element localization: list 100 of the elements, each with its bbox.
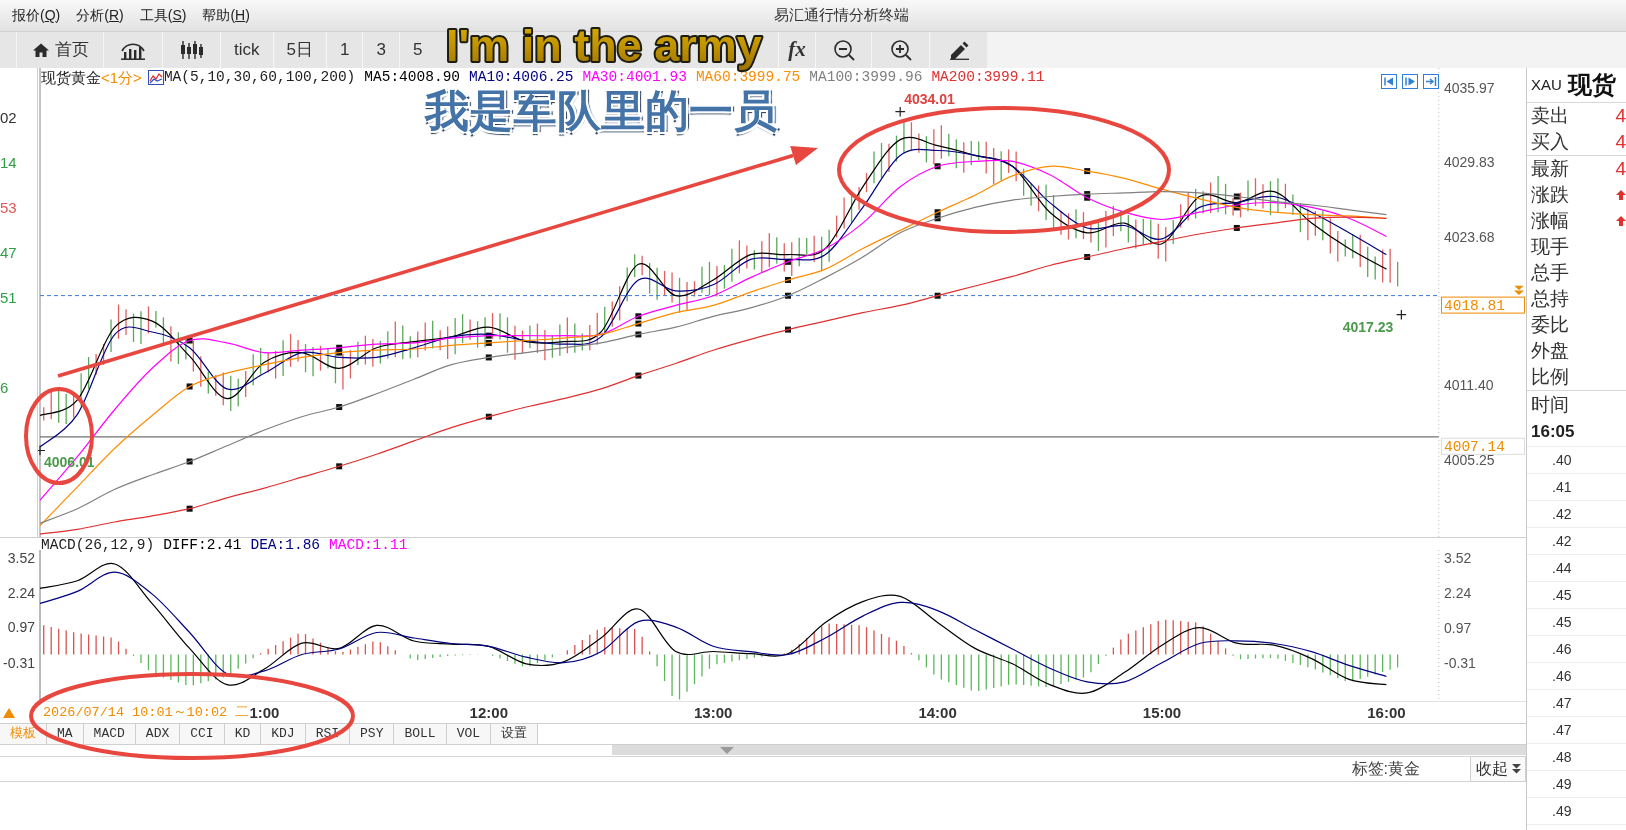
symbol-name: 现货 <box>1567 70 1616 100</box>
time-axis-label: 1:00 <box>249 703 280 722</box>
marker-icon <box>635 331 642 338</box>
indicator-params: MACD(26,12,9) <box>41 538 155 553</box>
cross-icon <box>38 445 45 456</box>
marker-icon <box>1084 168 1091 175</box>
marker-icon <box>934 292 941 299</box>
menu-item[interactable]: 帮助(H) <box>194 5 258 26</box>
menu-item[interactable]: 报价(Q) <box>4 5 69 26</box>
marker-icon <box>186 458 193 465</box>
subtitle-caption: 我是军队里的一员 <box>425 88 777 135</box>
indicator-tab[interactable]: CCI <box>180 724 225 744</box>
cross-icon <box>895 106 906 117</box>
quote-label: 现手 <box>1531 236 1569 258</box>
legend-label: MA100:3999.96 <box>809 69 923 86</box>
menu-item[interactable]: 分析(R) <box>68 5 132 26</box>
axis-label: 4035.97 <box>1444 79 1495 96</box>
trade-price: .46 <box>1552 639 1572 659</box>
marker-icon <box>485 413 492 420</box>
indicator-tab[interactable]: KD <box>224 724 262 744</box>
marker-icon <box>336 404 343 411</box>
time-label: 时间 <box>1531 393 1569 416</box>
quote-label: 总持 <box>1531 288 1569 310</box>
collapse-button[interactable]: 收起 <box>1470 756 1526 782</box>
line-chart-icon <box>147 70 164 85</box>
indicator-tab[interactable]: BOLL <box>394 724 447 744</box>
quote-label: 总手 <box>1531 262 1569 284</box>
bar-chart-icon <box>120 40 146 60</box>
marker-icon <box>186 337 193 344</box>
axis-label: 0.97 <box>7 619 35 637</box>
trade-price: .42 <box>1552 531 1572 551</box>
axis-label: -0.31 <box>1444 655 1476 671</box>
partial-quote-value: 02 <box>0 108 17 128</box>
trade-price: .46 <box>1552 666 1572 686</box>
cross-icon <box>1396 309 1407 320</box>
window-title: 易汇通行情分析终端 <box>773 5 909 26</box>
legend-label: DIFF:2.41 <box>163 538 242 553</box>
marker-icon <box>186 505 193 512</box>
indicator-tab[interactable]: KDJ <box>261 724 306 744</box>
trade-price: .49 <box>1552 801 1572 821</box>
trade-price: .42 <box>1552 504 1572 524</box>
trade-price: .44 <box>1552 558 1572 578</box>
down-triangle-icon <box>720 746 734 754</box>
instrument-name: 现货黄金 <box>41 69 101 86</box>
tag-label: 标签:黄金 <box>1351 759 1420 779</box>
partial-quote-value: 6 <box>0 378 9 398</box>
pen-icon <box>947 40 970 60</box>
up-triangle-icon <box>3 708 15 718</box>
marker-icon <box>1233 224 1240 231</box>
subtitle-caption: I'm in the army <box>446 20 762 71</box>
low-price-label: 4017.23 <box>1342 318 1394 335</box>
axis-label: 4011.40 <box>1444 377 1494 394</box>
trade-price: .45 <box>1552 585 1572 605</box>
legend-label: MACD:1.11 <box>329 538 408 553</box>
high-price-label: 4034.01 <box>904 90 955 107</box>
quote-label: 涨跌 <box>1531 184 1569 206</box>
time-axis-label: 13:00 <box>694 703 733 722</box>
indicator-params: MA(5,10,30,60,100,200) <box>163 69 356 86</box>
indicator-tab[interactable]: VOL <box>446 724 492 744</box>
indicator-tab[interactable]: 设置 <box>491 724 539 744</box>
trade-price: .45 <box>1552 612 1572 632</box>
marker-icon <box>336 463 343 470</box>
legend-label: MA60:3999.75 <box>695 69 801 86</box>
quote-label: 涨幅 <box>1531 210 1569 232</box>
quote-label: 外盘 <box>1531 340 1569 362</box>
axis-label: 3.52 <box>7 549 35 567</box>
partial-quote-value: 53 <box>0 198 17 218</box>
indicator-tab[interactable]: PSY <box>350 724 395 744</box>
marker-icon <box>1084 254 1091 260</box>
legend-label: MA5:4008.90 <box>364 69 461 86</box>
time-value: 16:05 <box>1531 421 1575 444</box>
quote-value: 4 <box>1615 105 1626 127</box>
axis-label: -0.31 <box>3 654 35 672</box>
time-axis-label: 12:00 <box>469 703 508 722</box>
quote-label: 委比 <box>1531 314 1569 336</box>
time-axis-label: 16:00 <box>1367 703 1406 722</box>
date-range-label: 2026/07/14 10:01～10:02 二 <box>43 704 250 722</box>
partial-quote-value: 51 <box>0 288 17 308</box>
menu-item[interactable]: 工具(S) <box>131 5 195 26</box>
partial-quote-value: 14 <box>0 153 17 173</box>
skip-back-icon <box>1381 74 1397 89</box>
marker-icon <box>186 383 193 390</box>
candlestick-icon <box>178 40 205 60</box>
indicator-tab[interactable]: ADX <box>135 724 181 744</box>
legend-label: MA10:4006.25 <box>469 69 574 86</box>
home-icon <box>31 42 50 58</box>
legend-label: MA200:3999.11 <box>931 69 1045 86</box>
zoom-out-icon <box>832 39 855 61</box>
partial-quote-value: 47 <box>0 243 17 263</box>
ref-line-label: 4018.81 <box>1444 297 1505 314</box>
legend-label: MA30:4001.93 <box>582 69 687 86</box>
quote-label: 最新 <box>1531 158 1569 180</box>
axis-label: 3.52 <box>1444 549 1472 566</box>
trade-price: .47 <box>1552 693 1572 713</box>
quote-value: 4 <box>1615 131 1626 153</box>
double-down-icon <box>1514 285 1524 296</box>
axis-label: 4023.68 <box>1444 228 1495 245</box>
marker-icon <box>785 258 791 265</box>
play-icon <box>1402 74 1418 89</box>
indicator-tab[interactable]: MACD <box>83 724 136 744</box>
